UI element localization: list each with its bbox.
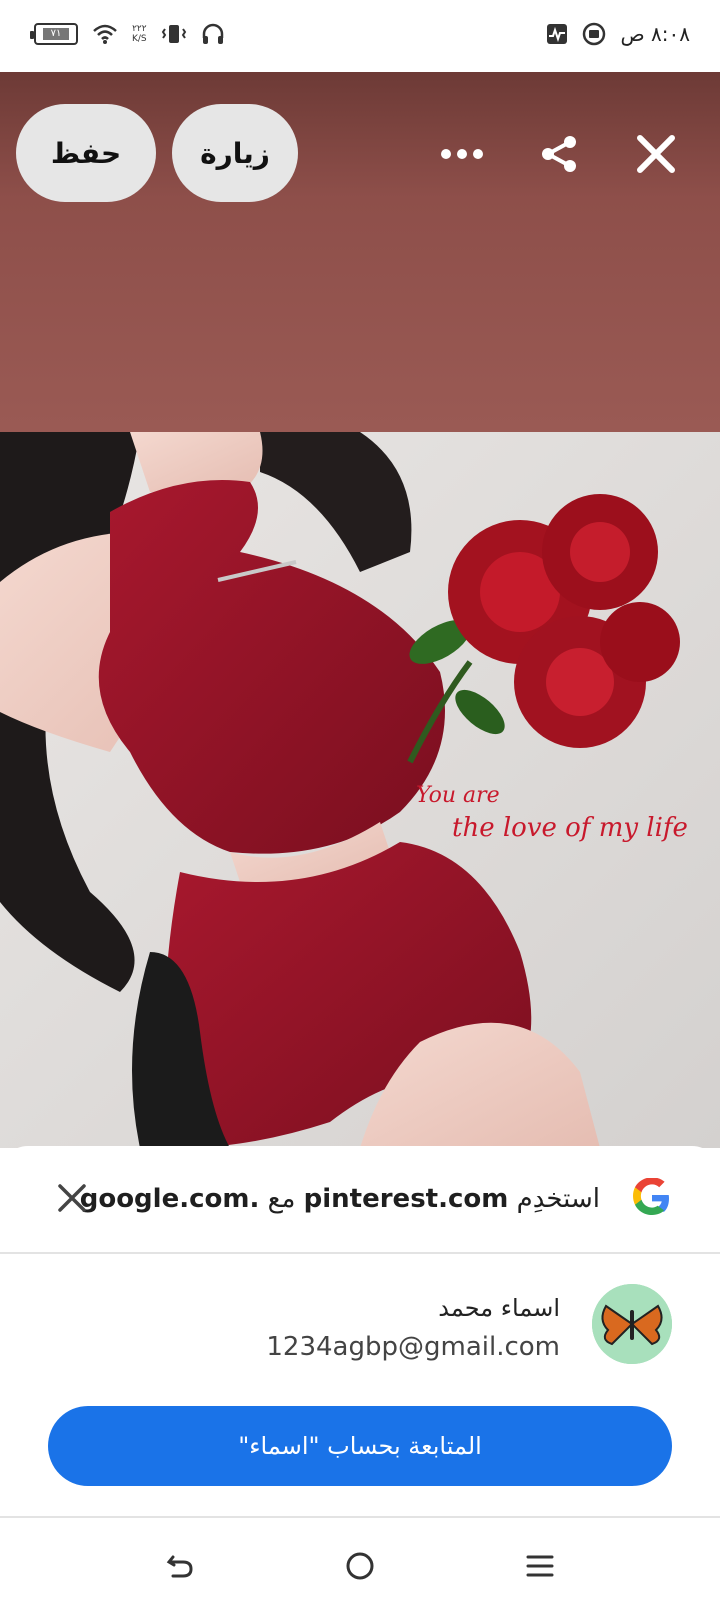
share-button[interactable] <box>536 130 584 178</box>
activity-icon <box>547 24 568 44</box>
status-right: ٨:٠٨ ص <box>546 22 690 46</box>
account-row[interactable]: اسماء محمد 1234agbp@gmail.com <box>0 1252 720 1422</box>
title-mid: مع <box>267 1184 296 1214</box>
sheet-header: استخدِم pinterest.com مع google.com. <box>0 1146 720 1254</box>
close-button[interactable] <box>632 130 680 178</box>
pin-image[interactable]: You are the love of my life <box>0 432 720 1148</box>
close-icon <box>637 135 675 173</box>
butterfly-icon <box>592 1284 672 1364</box>
back-button[interactable] <box>162 1548 198 1584</box>
handwriting-line-1: You are <box>416 783 500 808</box>
title-prefix: استخدِم <box>516 1184 600 1214</box>
net-speed-unit: K/S <box>132 34 147 44</box>
sheet-title: استخدِم pinterest.com مع google.com. <box>80 1184 600 1214</box>
recents-button[interactable] <box>522 1548 558 1584</box>
pin-image-drawing: You are the love of my life <box>0 432 720 1148</box>
net-speed-value: ٢٢٢ <box>132 24 147 34</box>
vibrate-icon <box>161 25 186 43</box>
clock: ٨:٠٨ ص <box>620 22 690 46</box>
account-email: 1234agbp@gmail.com <box>266 1332 560 1362</box>
avatar <box>592 1284 672 1364</box>
home-icon <box>346 1552 374 1580</box>
status-left: ٧١ ٢٢٢ K/S <box>30 22 225 46</box>
home-button[interactable] <box>342 1548 378 1584</box>
more-button[interactable] <box>438 130 486 178</box>
more-icon <box>441 149 483 159</box>
system-nav-bar <box>0 1516 720 1612</box>
continue-as-button[interactable]: المتابعة بحساب "اسماء" <box>48 1406 672 1486</box>
net-speed: ٢٢٢ K/S <box>132 24 147 44</box>
sheet-close-icon[interactable] <box>52 1178 92 1218</box>
share-icon <box>542 136 576 172</box>
back-icon <box>166 1555 193 1578</box>
account-name: اسماء محمد <box>438 1294 560 1322</box>
title-google: google.com. <box>79 1184 260 1214</box>
record-icon <box>583 22 606 46</box>
battery-icon: ٧١ <box>30 23 78 45</box>
status-bar: ٧١ ٢٢٢ K/S ٨:٠٨ ص <box>0 0 720 72</box>
headphones-icon <box>202 23 223 44</box>
save-button[interactable]: حفظ <box>16 104 156 202</box>
handwriting-line-2: the love of my life <box>452 813 688 843</box>
battery-level: ٧١ <box>43 28 69 40</box>
google-logo-icon <box>633 1178 669 1215</box>
recents-icon <box>526 1555 554 1577</box>
google-one-tap-sheet: استخدِم pinterest.com مع google.com. اسم… <box>0 1146 720 1516</box>
wifi-icon <box>93 24 117 44</box>
title-site: pinterest.com <box>303 1184 509 1214</box>
visit-button[interactable]: زيارة <box>172 104 298 202</box>
